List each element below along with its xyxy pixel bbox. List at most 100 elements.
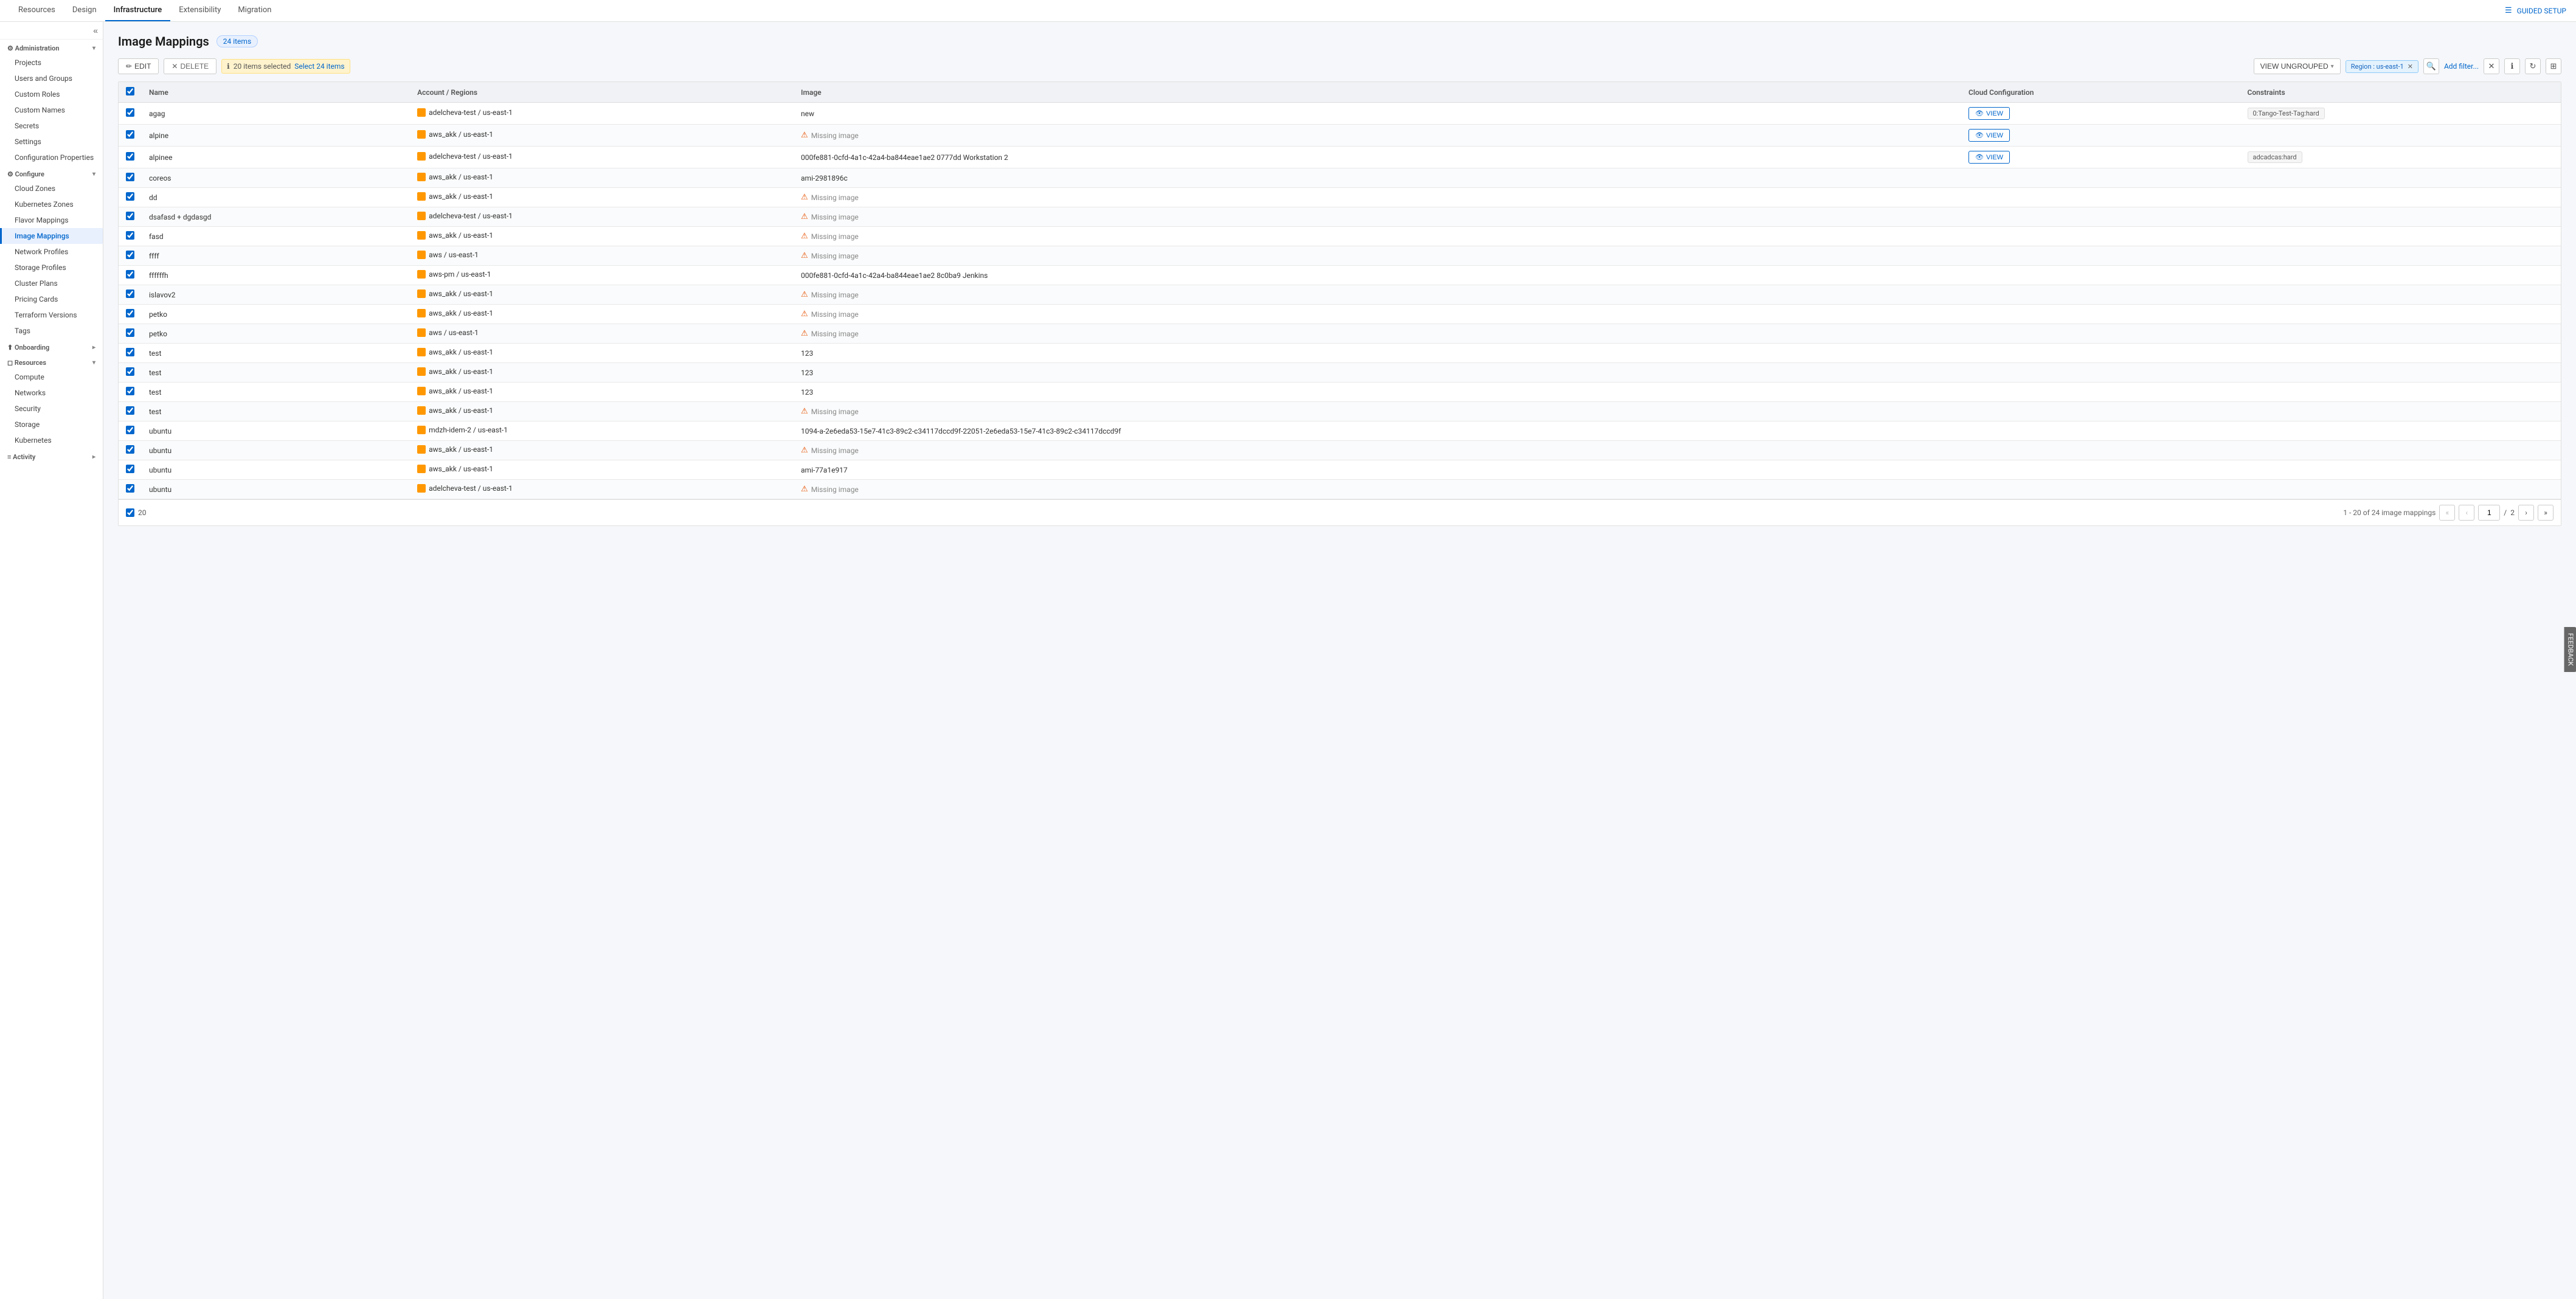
sidebar-item-cloud-zones[interactable]: Cloud Zones	[0, 181, 103, 196]
select-all-link[interactable]: Select 24 items	[294, 62, 344, 71]
sidebar-item-network-profiles[interactable]: Network Profiles	[0, 244, 103, 260]
nav-item-extensibility[interactable]: Extensibility	[170, 0, 229, 21]
view-cloud-config-button[interactable]: 👁 VIEW	[1968, 151, 2010, 164]
select-all-checkbox[interactable]	[126, 87, 134, 95]
row-checkbox[interactable]	[126, 406, 134, 415]
row-checkbox[interactable]	[126, 173, 134, 181]
sidebar-section-resources: ◻ Resources ▾ Compute Networks Security …	[0, 354, 103, 448]
sidebar-item-secrets[interactable]: Secrets	[0, 118, 103, 134]
sidebar-item-storage[interactable]: Storage	[0, 417, 103, 432]
sidebar-item-compute[interactable]: Compute	[0, 369, 103, 385]
row-checkbox[interactable]	[126, 309, 134, 317]
first-page-button[interactable]: «	[2439, 505, 2455, 521]
nav-item-resources[interactable]: Resources	[10, 0, 64, 21]
table-row: ffffffhaws-pm / us-east-1000fe881-0cfd-4…	[119, 266, 2561, 285]
row-name: ubuntu	[142, 441, 410, 460]
row-checkbox[interactable]	[126, 367, 134, 376]
sidebar-item-users-groups[interactable]: Users and Groups	[0, 71, 103, 86]
row-image: 1094-a-2e6eda53-15e7-41c3-89c2-c34117dcc…	[794, 421, 1961, 441]
prev-page-button[interactable]: ‹	[2459, 505, 2474, 521]
sidebar-item-pricing-cards[interactable]: Pricing Cards	[0, 291, 103, 307]
info-button[interactable]: ℹ	[2504, 58, 2520, 74]
sidebar-section-header-resources[interactable]: ◻ Resources ▾	[0, 354, 103, 369]
grid-view-button[interactable]: ⊞	[2546, 58, 2561, 74]
account-text: aws_akk / us-east-1	[429, 289, 493, 298]
sidebar-section-header-onboarding[interactable]: ⬆ Onboarding ▸	[0, 339, 103, 354]
page-number-input[interactable]	[2478, 505, 2500, 521]
next-page-button[interactable]: ›	[2518, 505, 2534, 521]
administration-chevron: ▾	[92, 45, 95, 52]
row-checkbox[interactable]	[126, 108, 134, 117]
page-title: Image Mappings	[118, 34, 209, 49]
sidebar-item-storage-profiles[interactable]: Storage Profiles	[0, 260, 103, 275]
row-checkbox[interactable]	[126, 387, 134, 395]
header-constraints: Constraints	[2240, 82, 2561, 103]
sidebar-item-security[interactable]: Security	[0, 401, 103, 417]
sidebar-item-custom-names[interactable]: Custom Names	[0, 102, 103, 118]
missing-image-text: Missing image	[811, 485, 859, 494]
main-content: Image Mappings 24 items ✏ EDIT ✕ DELETE …	[103, 22, 2576, 1299]
row-checkbox-cell	[119, 147, 142, 168]
add-filter-label[interactable]: Add filter...	[2444, 62, 2479, 71]
row-cloud-config	[1961, 227, 2240, 246]
row-cloud-config	[1961, 363, 2240, 383]
row-checkbox[interactable]	[126, 465, 134, 473]
edit-button[interactable]: ✏ EDIT	[118, 58, 159, 74]
row-checkbox-cell	[119, 266, 142, 285]
row-name: ubuntu	[142, 421, 410, 441]
row-checkbox[interactable]	[126, 328, 134, 337]
constraint-tag: 0:Tango-Test-Tag:hard	[2248, 108, 2325, 119]
nav-item-migration[interactable]: Migration	[229, 0, 280, 21]
feedback-tab[interactable]: FEEDBACK	[2564, 627, 2576, 672]
row-checkbox[interactable]	[126, 192, 134, 201]
footer-checkbox[interactable]	[126, 508, 134, 517]
sidebar-item-flavor-mappings[interactable]: Flavor Mappings	[0, 212, 103, 228]
sidebar-collapse-area: «	[0, 22, 103, 40]
view-cloud-config-button[interactable]: 👁 VIEW	[1968, 129, 2010, 142]
row-constraint	[2240, 125, 2561, 147]
row-checkbox[interactable]	[126, 152, 134, 161]
sidebar-section-header-administration[interactable]: ⚙ Administration ▾	[0, 40, 103, 55]
search-button[interactable]: 🔍	[2423, 58, 2439, 74]
row-checkbox[interactable]	[126, 270, 134, 279]
sidebar-item-image-mappings[interactable]: Image Mappings	[0, 228, 103, 244]
view-ungrouped-button[interactable]: VIEW UNGROUPED ▾	[2254, 58, 2341, 74]
row-checkbox[interactable]	[126, 348, 134, 356]
row-checkbox[interactable]	[126, 212, 134, 220]
guided-setup-button[interactable]: ☰ GUIDED SETUP	[2505, 6, 2566, 15]
sidebar-section-header-activity[interactable]: ≡ Activity ▸	[0, 448, 103, 463]
sidebar-item-settings[interactable]: Settings	[0, 134, 103, 150]
row-checkbox[interactable]	[126, 445, 134, 454]
sidebar-section-header-configure[interactable]: ⚙ Configure ▾	[0, 165, 103, 181]
sidebar-item-custom-roles[interactable]: Custom Roles	[0, 86, 103, 102]
row-checkbox-cell	[119, 227, 142, 246]
sidebar-item-config-props[interactable]: Configuration Properties	[0, 150, 103, 165]
filter-tag-close[interactable]: ✕	[2408, 63, 2413, 71]
sidebar-item-kubernetes[interactable]: Kubernetes	[0, 432, 103, 448]
aws-icon	[417, 130, 426, 139]
sidebar-item-tags[interactable]: Tags	[0, 323, 103, 339]
sidebar-item-networks[interactable]: Networks	[0, 385, 103, 401]
row-checkbox[interactable]	[126, 130, 134, 139]
nav-item-design[interactable]: Design	[64, 0, 105, 21]
eye-icon: 👁	[1975, 131, 1984, 139]
row-checkbox[interactable]	[126, 426, 134, 434]
view-cloud-config-button[interactable]: 👁 VIEW	[1968, 107, 2010, 120]
row-account: adelcheva-test / us-east-1	[410, 147, 794, 168]
aws-icon	[417, 212, 426, 220]
row-cloud-config	[1961, 441, 2240, 460]
refresh-button[interactable]: ↻	[2525, 58, 2541, 74]
sidebar-item-terraform-versions[interactable]: Terraform Versions	[0, 307, 103, 323]
last-page-button[interactable]: »	[2538, 505, 2553, 521]
sidebar-item-kubernetes-zones[interactable]: Kubernetes Zones	[0, 196, 103, 212]
sidebar-item-projects[interactable]: Projects	[0, 55, 103, 71]
delete-button[interactable]: ✕ DELETE	[164, 58, 216, 74]
row-checkbox[interactable]	[126, 484, 134, 493]
sidebar-item-cluster-plans[interactable]: Cluster Plans	[0, 275, 103, 291]
sidebar-collapse-button[interactable]: «	[93, 26, 98, 35]
clear-filter-button[interactable]: ✕	[2484, 58, 2499, 74]
row-checkbox[interactable]	[126, 289, 134, 298]
row-checkbox[interactable]	[126, 231, 134, 240]
nav-item-infrastructure[interactable]: Infrastructure	[105, 0, 171, 21]
row-checkbox[interactable]	[126, 251, 134, 259]
